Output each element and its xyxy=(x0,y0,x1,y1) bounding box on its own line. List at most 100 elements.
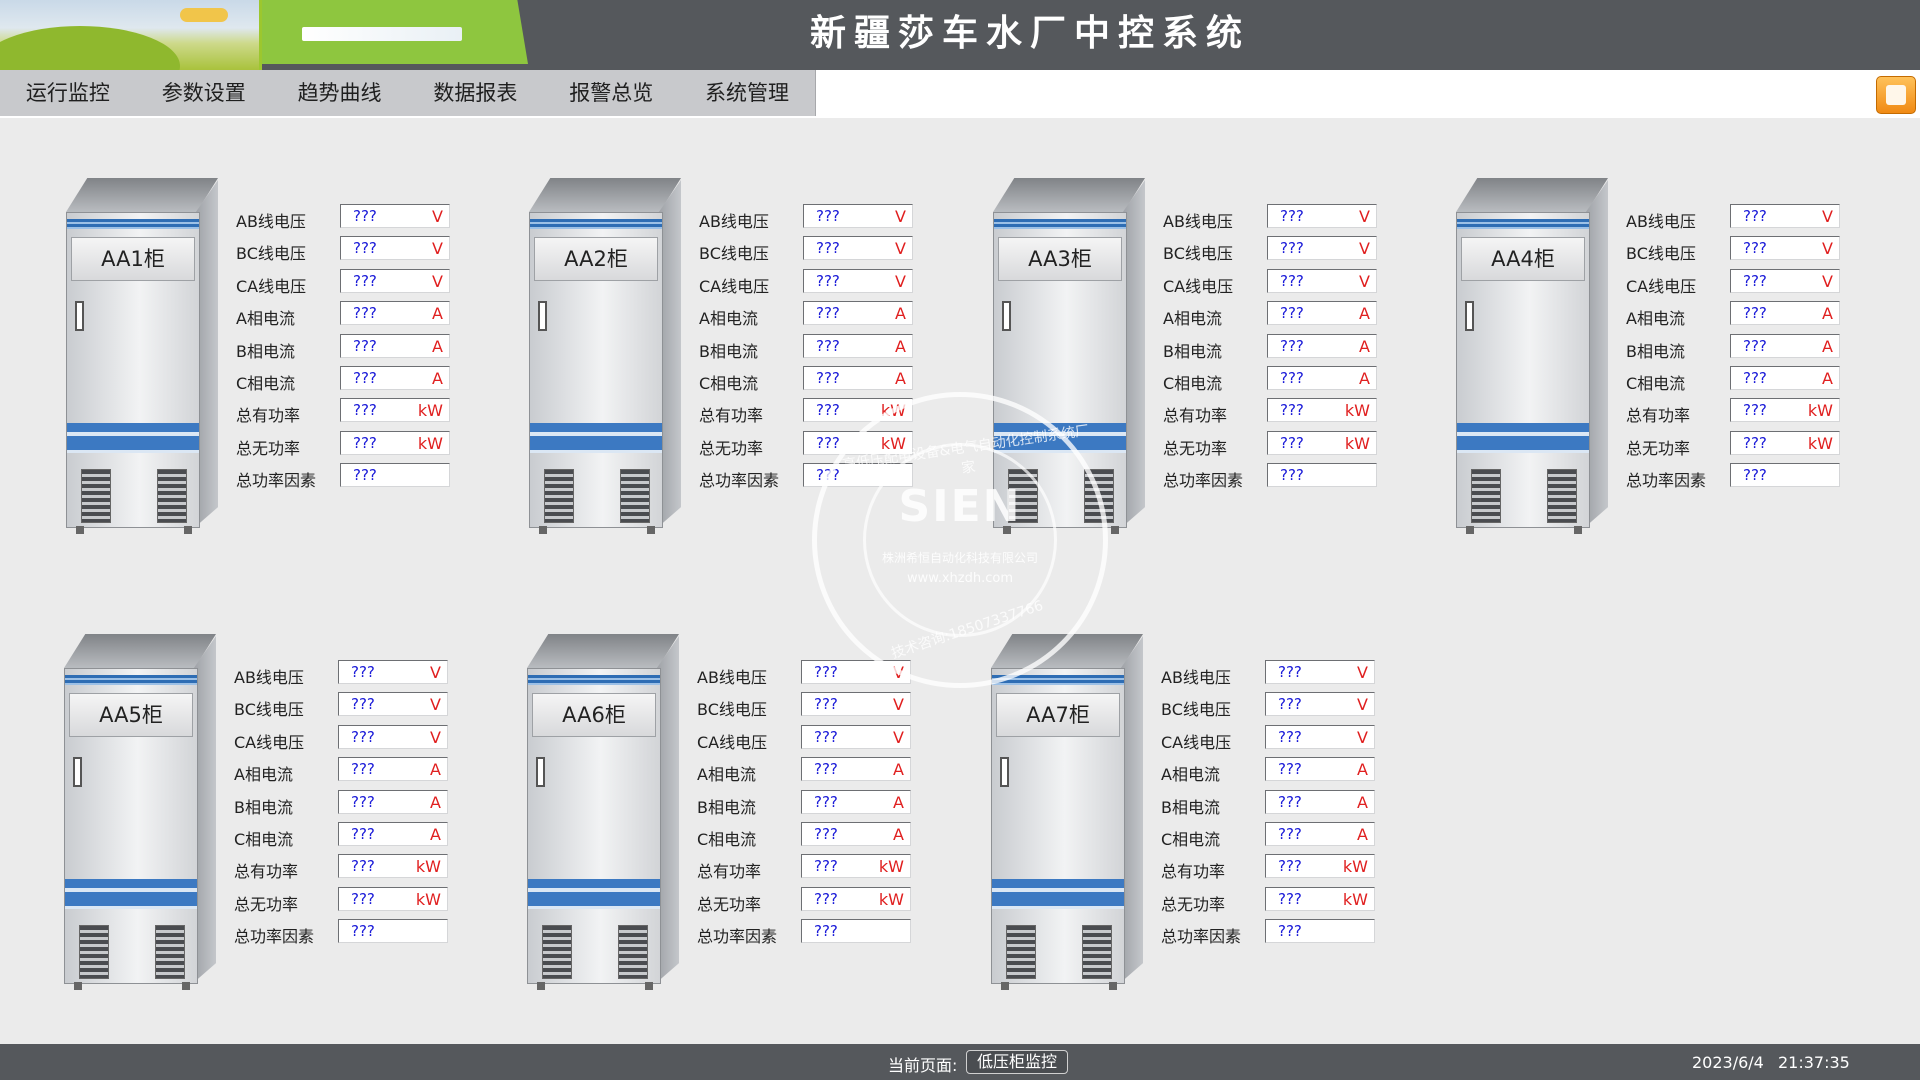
measurement-unit: kW xyxy=(880,433,906,453)
measurement-label: 总无功率 xyxy=(236,438,301,458)
measurement-value: ??? xyxy=(353,466,377,485)
measurement-label: B相电流 xyxy=(1163,341,1222,361)
measurement-value: ??? xyxy=(1743,401,1767,420)
menu-item-parameter-settings[interactable]: 参数设置 xyxy=(136,70,272,116)
measurement-value-field: ??? V xyxy=(338,660,448,684)
measurement-value-field: ??? V xyxy=(338,724,448,749)
measurement-value-field: ??? A xyxy=(803,333,913,358)
measurement-unit: A xyxy=(1822,304,1833,324)
measurement-unit: kW xyxy=(417,401,443,421)
measurement-value-field: ??? A xyxy=(1730,365,1840,390)
measurement-value: ??? xyxy=(814,727,838,746)
cabinet-name: AA4柜 xyxy=(1491,247,1555,271)
measurement-row: B相电流??? A xyxy=(697,789,957,822)
measurement-label: BC线电压 xyxy=(1163,244,1233,264)
measurement-value: ??? xyxy=(353,239,377,258)
measurement-row: B相电流??? A xyxy=(236,333,496,366)
measurement-value-field: ??? V xyxy=(340,268,450,293)
measurement-value: ??? xyxy=(1280,368,1304,387)
measurement-value-field: ??? V xyxy=(1265,660,1375,684)
measurement-unit: V xyxy=(1822,271,1833,291)
measurement-row: C相电流 ??? A xyxy=(1626,365,1886,398)
menu-item-alarm-overview[interactable]: 报警总览 xyxy=(543,70,679,116)
cabinet-panel-6: AA6柜 AB线电压??? V BC线电压??? V CA线电压??? V A相电流??? A B… xyxy=(519,634,979,1004)
measurement-label: 总有功率 xyxy=(697,862,762,882)
measurement-label: 总无功率 xyxy=(234,894,299,914)
measurement-value-field: ??? A xyxy=(803,301,913,326)
measurement-unit: A xyxy=(1822,368,1833,388)
measurement-value: ??? xyxy=(1280,401,1304,420)
measurement-unit: kW xyxy=(880,401,906,421)
measurement-label: BC线电压 xyxy=(236,244,306,264)
menu-item-run-monitor[interactable]: 运行监控 xyxy=(0,70,136,116)
measurement-label: CA线电压 xyxy=(699,276,770,296)
measurement-value: ??? xyxy=(353,433,377,452)
measurement-label: AB线电压 xyxy=(1626,212,1696,231)
measurement-label: A相电流 xyxy=(699,309,758,329)
vent-icon xyxy=(1084,469,1114,523)
measurement-row: A相电流??? A xyxy=(697,757,957,789)
measurement-value: ??? xyxy=(816,433,840,452)
measurement-value-field: ??? kW xyxy=(1730,398,1840,423)
vent-icon xyxy=(157,469,187,523)
measurement-value: ??? xyxy=(1278,857,1302,876)
vent-icon xyxy=(155,925,185,979)
measurement-label: C相电流 xyxy=(697,829,757,849)
measurement-label: C相电流 xyxy=(1626,373,1686,393)
door-handle-icon xyxy=(1002,301,1011,331)
cabinet-graphic: AA5柜 xyxy=(56,634,216,994)
measurement-value-field: ??? A xyxy=(1265,757,1375,782)
cabinet-graphic: AA1柜 xyxy=(58,178,218,538)
measurement-unit: kW xyxy=(417,433,443,453)
measurement-value-field: ??? kW xyxy=(1267,398,1377,423)
measurement-value: ??? xyxy=(351,663,375,681)
cabinet-name: AA3柜 xyxy=(1028,247,1092,271)
measurement-value: ??? xyxy=(351,889,375,908)
measurement-value: ??? xyxy=(814,889,838,908)
measurement-label: 总无功率 xyxy=(1163,438,1228,458)
measurement-list: AB线电压??? V BC线电压??? V CA线电压??? V A相电流??? A B相电流?… xyxy=(1626,204,1886,496)
measurement-unit: V xyxy=(1357,695,1368,715)
measurement-label: AB线电压 xyxy=(236,212,306,231)
measurement-unit: A xyxy=(893,792,904,812)
menu-item-trend-curves[interactable]: 趋势曲线 xyxy=(272,70,408,116)
measurement-value-field: ??? V xyxy=(1267,268,1377,293)
measurement-value-field: ??? A xyxy=(1730,301,1840,326)
measurement-label: BC线电压 xyxy=(697,700,767,720)
measurement-list: AB线电压??? V BC线电压??? V CA线电压??? V A相电流??? A B相电流?… xyxy=(1161,660,1421,952)
measurement-row: A相电流??? A xyxy=(236,301,496,333)
measurement-value-field: ??? V xyxy=(1267,236,1377,261)
measurement-value: ??? xyxy=(1280,466,1304,485)
measurement-unit: V xyxy=(432,239,443,259)
measurement-value-field: ??? kW xyxy=(338,854,448,879)
measurement-list: AB线电压??? V BC线电压??? V CA线电压??? V A相电流??? A B相电流?… xyxy=(1163,204,1423,496)
measurement-value: ??? xyxy=(351,760,375,779)
menu-item-data-reports[interactable]: 数据报表 xyxy=(407,70,543,116)
measurement-row: 总功率因素??? xyxy=(699,463,959,495)
measurement-unit: kW xyxy=(878,889,904,909)
status-bar: 当前页面: 低压柜监控 2023/6/4 21:37:35 xyxy=(0,1044,1920,1080)
measurement-unit: A xyxy=(432,368,443,388)
measurement-row: C相电流??? A xyxy=(234,821,494,854)
measurement-label: A相电流 xyxy=(1163,309,1222,329)
measurement-label: B相电流 xyxy=(236,341,295,361)
measurement-row: 总有功率??? kW xyxy=(234,854,494,886)
home-icon[interactable] xyxy=(1876,76,1916,114)
menu-item-system-management[interactable]: 系统管理 xyxy=(679,70,815,116)
measurement-value-field: ??? V xyxy=(801,724,911,749)
measurement-unit: kW xyxy=(1344,401,1370,421)
measurement-row: 总无功率??? kW xyxy=(1161,886,1421,919)
measurement-value-field: ??? A xyxy=(340,365,450,390)
measurement-unit: kW xyxy=(1807,433,1833,453)
measurement-label: 总功率因素 xyxy=(699,471,780,491)
measurement-value-field: ??? V xyxy=(1730,204,1840,228)
measurement-row: CA线电压??? V xyxy=(1161,724,1421,757)
measurement-label: 总无功率 xyxy=(1626,438,1691,458)
measurement-label: B相电流 xyxy=(1626,341,1685,361)
measurement-value-field: ??? V xyxy=(340,236,450,261)
measurement-value-field: ??? A xyxy=(1730,333,1840,358)
measurement-row: B相电流??? A xyxy=(234,789,494,822)
measurement-label: CA线电压 xyxy=(234,732,305,752)
measurement-value: ??? xyxy=(1278,922,1302,941)
measurement-value: ??? xyxy=(353,304,377,323)
